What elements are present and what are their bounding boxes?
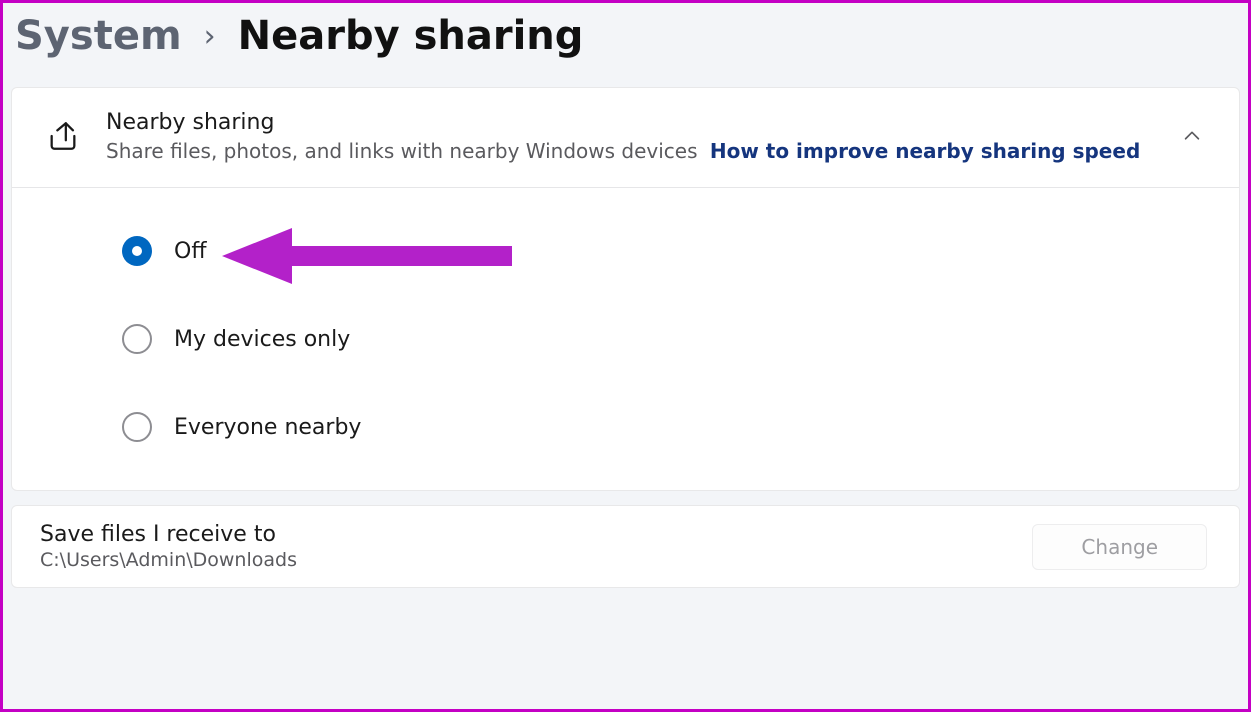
panel-header[interactable]: Nearby sharing Share files, photos, and … <box>12 88 1239 188</box>
radio-off[interactable]: Off <box>122 236 1229 266</box>
radio-label: Off <box>174 239 206 264</box>
chevron-up-icon[interactable] <box>1181 125 1203 151</box>
panel-subtitle-text: Share files, photos, and links with near… <box>106 139 698 163</box>
change-button[interactable]: Change <box>1032 524 1207 570</box>
breadcrumb-parent[interactable]: System <box>15 13 182 59</box>
radio-indicator <box>122 412 152 442</box>
radio-my-devices-only[interactable]: My devices only <box>122 324 1229 354</box>
radio-indicator-selected <box>122 236 152 266</box>
panel-subtitle: Share files, photos, and links with near… <box>106 137 1155 165</box>
breadcrumb: System › Nearby sharing <box>11 11 1240 87</box>
chevron-right-icon: › <box>204 19 216 54</box>
nearby-sharing-radio-group: Off My devices only Everyone nearby <box>122 236 1229 442</box>
panel-title: Nearby sharing <box>106 110 1155 135</box>
share-icon <box>46 119 80 157</box>
save-location-title: Save files I receive to <box>40 522 297 547</box>
breadcrumb-current: Nearby sharing <box>238 13 584 59</box>
radio-everyone-nearby[interactable]: Everyone nearby <box>122 412 1229 442</box>
improve-speed-link[interactable]: How to improve nearby sharing speed <box>710 139 1140 163</box>
radio-label: Everyone nearby <box>174 415 361 440</box>
radio-indicator <box>122 324 152 354</box>
save-location-path: C:\Users\Admin\Downloads <box>40 549 297 571</box>
radio-label: My devices only <box>174 327 350 352</box>
nearby-sharing-panel: Nearby sharing Share files, photos, and … <box>11 87 1240 491</box>
save-location-panel: Save files I receive to C:\Users\Admin\D… <box>11 505 1240 588</box>
